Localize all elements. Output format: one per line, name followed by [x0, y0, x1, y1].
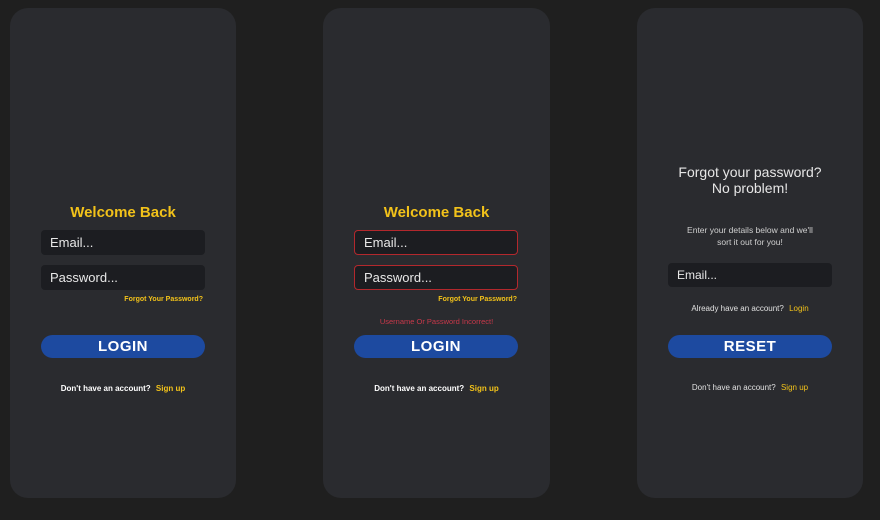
error-message: Username Or Password Incorrect!	[379, 317, 494, 326]
signup-prompt: Don't have an account? Sign up	[637, 383, 863, 392]
forgot-password-link[interactable]: Forgot Your Password?	[124, 296, 203, 303]
reset-password-screen: Forgot your password? No problem! Enter …	[637, 8, 863, 498]
welcome-title: Welcome Back	[383, 204, 490, 221]
password-field[interactable]: Password...	[354, 265, 518, 290]
signup-link[interactable]: Sign up	[156, 384, 185, 393]
password-field[interactable]: Password...	[41, 265, 205, 290]
login-error-screen: Welcome Back Email... Password... Forgot…	[323, 8, 550, 498]
email-field[interactable]: Email...	[354, 230, 518, 255]
signup-prompt: Don't have an account? Sign up	[323, 384, 550, 393]
password-placeholder: Password...	[364, 270, 432, 285]
reset-heading: Forgot your password? No problem!	[637, 164, 863, 196]
email-field[interactable]: Email...	[668, 263, 832, 287]
login-prompt-text: Already have an account?	[691, 304, 784, 313]
email-placeholder: Email...	[50, 235, 94, 250]
reset-heading-line1: Forgot your password?	[678, 164, 822, 180]
reset-button[interactable]: RESET	[668, 335, 832, 358]
email-placeholder: Email...	[364, 235, 408, 250]
reset-description-line1: Enter your details below and we'll	[687, 225, 813, 235]
signup-link[interactable]: Sign up	[469, 384, 498, 393]
login-button[interactable]: LOGIN	[354, 335, 518, 358]
welcome-title: Welcome Back	[70, 204, 176, 221]
password-placeholder: Password...	[50, 270, 118, 285]
signup-prompt-text: Don't have an account?	[374, 384, 465, 393]
reset-heading-line2: No problem!	[711, 180, 789, 196]
forgot-password-link[interactable]: Forgot Your Password?	[438, 296, 517, 303]
email-field[interactable]: Email...	[41, 230, 205, 255]
signup-prompt-text: Don't have an account?	[60, 384, 151, 393]
reset-description: Enter your details below and we'll sort …	[637, 224, 863, 248]
login-screen: Welcome Back Email... Password... Forgot…	[10, 8, 236, 498]
signup-link[interactable]: Sign up	[781, 383, 808, 392]
email-placeholder: Email...	[677, 268, 718, 282]
login-button[interactable]: LOGIN	[41, 335, 205, 358]
reset-description-line2: sort it out for you!	[717, 237, 783, 247]
signup-prompt-text: Don't have an account?	[691, 383, 776, 392]
login-prompt: Already have an account? Login	[637, 304, 863, 313]
signup-prompt: Don't have an account? Sign up	[10, 384, 236, 393]
login-link[interactable]: Login	[789, 304, 809, 313]
